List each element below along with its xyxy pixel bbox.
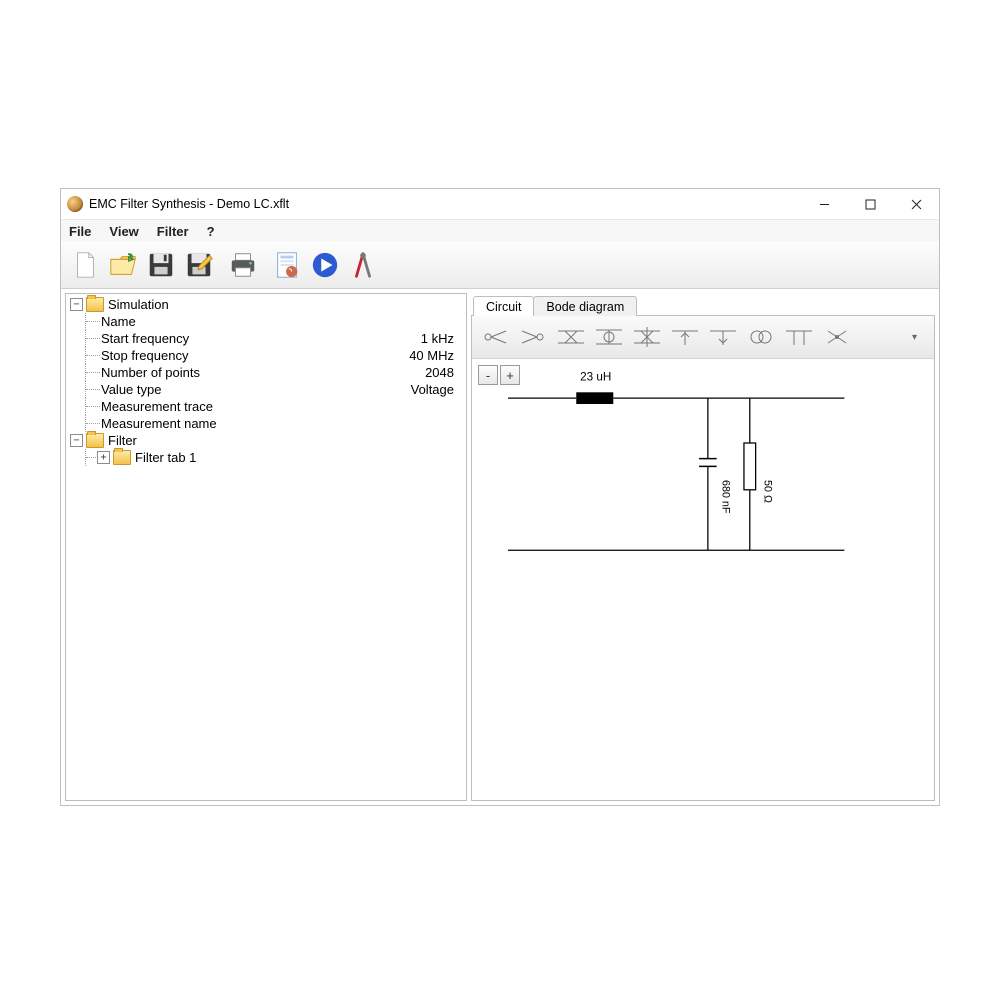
tree-leaf-value: 2048: [425, 365, 462, 380]
capacitor-label: 680 nF: [720, 480, 732, 514]
collapse-icon[interactable]: −: [70, 298, 83, 311]
expand-icon[interactable]: +: [97, 451, 110, 464]
print-button[interactable]: [225, 247, 261, 283]
menu-bar: File View Filter ?: [61, 220, 939, 242]
tree-leaf-label: Number of points: [101, 365, 200, 380]
menu-help[interactable]: ?: [207, 224, 215, 239]
tree-leaf-label: Measurement name: [101, 416, 217, 431]
tree-leaf[interactable]: Value type Voltage: [70, 381, 462, 398]
maximize-button[interactable]: [847, 189, 893, 219]
inductor-label: 23 uH: [580, 371, 611, 384]
component-transformer-icon[interactable]: [742, 321, 780, 353]
window-title: EMC Filter Synthesis - Demo LC.xflt: [89, 197, 289, 211]
tree-leaf-label: Stop frequency: [101, 348, 188, 363]
menu-file[interactable]: File: [69, 224, 91, 239]
tree-leaf[interactable]: Name: [70, 313, 462, 330]
open-button[interactable]: [105, 247, 141, 283]
toolbar-overflow-icon[interactable]: ▾: [912, 332, 930, 343]
tree-node-filter-tab[interactable]: Filter tab 1: [135, 450, 196, 465]
component-t1-icon[interactable]: [666, 321, 704, 353]
new-button[interactable]: [67, 247, 103, 283]
tree-leaf-label: Name: [101, 314, 136, 329]
component-measure-icon[interactable]: [818, 321, 856, 353]
tree-leaf-value: 40 MHz: [409, 348, 462, 363]
tab-strip: Circuit Bode diagram: [471, 293, 935, 315]
tree-node-simulation[interactable]: Simulation: [108, 297, 169, 312]
tree-leaf[interactable]: Stop frequency 40 MHz: [70, 347, 462, 364]
folder-icon: [86, 433, 104, 448]
component-parallel-x-icon[interactable]: [628, 321, 666, 353]
resistor-label: 50 Ω: [761, 480, 773, 503]
close-button[interactable]: [893, 189, 939, 219]
compass-button[interactable]: [345, 247, 381, 283]
tree-leaf[interactable]: Number of points 2048: [70, 364, 462, 381]
folder-icon: [86, 297, 104, 312]
tree-leaf[interactable]: Start frequency 1 kHz: [70, 330, 462, 347]
report-button[interactable]: [269, 247, 305, 283]
tab-bode[interactable]: Bode diagram: [533, 296, 637, 316]
minimize-button[interactable]: [801, 189, 847, 219]
folder-icon: [113, 450, 131, 465]
tree-panel[interactable]: − Simulation NameStart frequency1 kHzSto…: [65, 293, 467, 801]
tree-leaf[interactable]: Measurement name: [70, 415, 462, 432]
circuit-canvas[interactable]: - + 23 uH: [472, 359, 934, 800]
tree-leaf-value: 1 kHz: [421, 331, 462, 346]
tab-body: ▾ - + 23 uH: [471, 315, 935, 801]
app-icon: [67, 196, 83, 212]
tree-leaf-label: Start frequency: [101, 331, 189, 346]
menu-view[interactable]: View: [109, 224, 138, 239]
save-button[interactable]: [143, 247, 179, 283]
collapse-icon[interactable]: −: [70, 434, 83, 447]
tree-leaf-value: Voltage: [411, 382, 462, 397]
tree-leaf[interactable]: Measurement trace: [70, 398, 462, 415]
menu-filter[interactable]: Filter: [157, 224, 189, 239]
component-shunt-x-icon[interactable]: [590, 321, 628, 353]
component-t3-icon[interactable]: [780, 321, 818, 353]
component-t2-icon[interactable]: [704, 321, 742, 353]
component-toolbar: ▾: [472, 316, 934, 359]
main-toolbar: [61, 242, 939, 289]
tree-leaf-label: Value type: [101, 382, 161, 397]
title-bar: EMC Filter Synthesis - Demo LC.xflt: [61, 189, 939, 220]
component-port-right-icon[interactable]: [514, 321, 552, 353]
main-area: − Simulation NameStart frequency1 kHzSto…: [61, 289, 939, 805]
component-port-left-icon[interactable]: [476, 321, 514, 353]
tab-circuit[interactable]: Circuit: [473, 296, 534, 316]
right-panel: Circuit Bode diagram ▾: [471, 293, 935, 801]
tree-node-filter[interactable]: Filter: [108, 433, 137, 448]
run-button[interactable]: [307, 247, 343, 283]
save-edit-button[interactable]: [181, 247, 217, 283]
tree-leaf-label: Measurement trace: [101, 399, 213, 414]
app-window: EMC Filter Synthesis - Demo LC.xflt File…: [60, 188, 940, 806]
schematic-svg: 23 uH 680 nF 50 Ω: [478, 365, 928, 794]
component-series-x-icon[interactable]: [552, 321, 590, 353]
